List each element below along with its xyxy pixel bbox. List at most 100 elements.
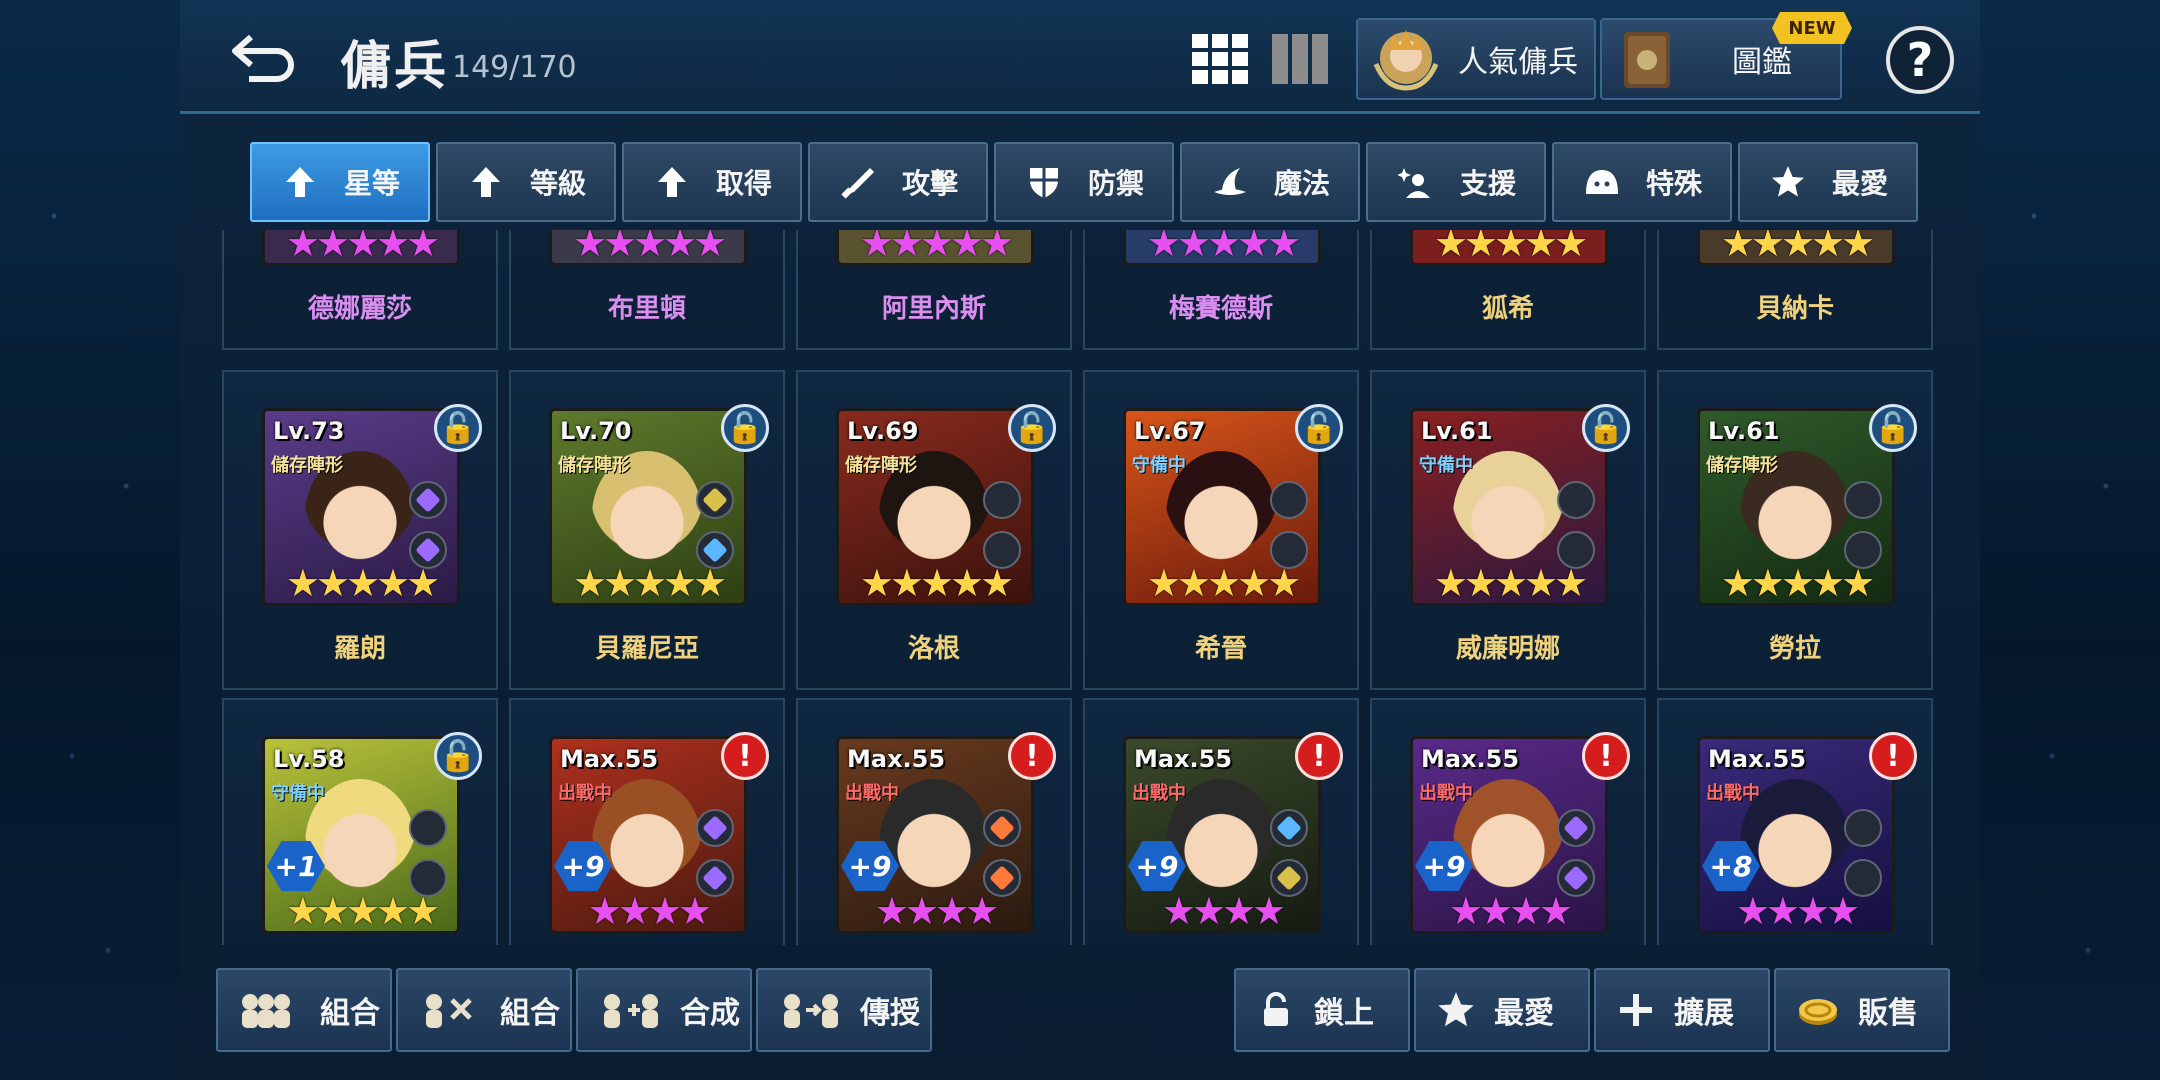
popular-mercenary-button[interactable]: 人氣傭兵 xyxy=(1356,18,1596,100)
hero-portrait: ★★★★★ xyxy=(1410,230,1608,266)
hero-name: 狐希 xyxy=(1481,294,1534,324)
tab-defense[interactable]: 防禦 xyxy=(994,142,1174,222)
hero-name: 阿里內斯 xyxy=(881,294,986,324)
hero-card-beronia[interactable]: Lv.70 儲存陣形 ★★★★★ 🔓 貝羅尼亞 xyxy=(509,370,785,690)
hero-level: Lv.58 xyxy=(273,745,345,773)
favorite-button[interactable]: 最愛 xyxy=(1414,968,1590,1052)
star-rating: ★★★★★ xyxy=(1146,561,1301,605)
lock-button[interactable]: 鎖上 xyxy=(1234,968,1410,1052)
tab-favorite[interactable]: 最愛 xyxy=(1738,142,1918,222)
hero-card-logan[interactable]: Lv.69 儲存陣形 ★★★★★ 🔓 洛根 xyxy=(796,370,1072,690)
lock-icon[interactable]: 🔓 xyxy=(1582,404,1630,452)
lock-icon[interactable]: 🔓 xyxy=(1295,404,1343,452)
alert-icon[interactable]: ! xyxy=(721,732,769,780)
hero-name: 貝羅尼亞 xyxy=(594,634,699,664)
hero-card[interactable]: ★★★★★ 狐希 xyxy=(1370,230,1646,350)
hero-card-laura[interactable]: Lv.61 儲存陣形 ★★★★★ 🔓 勞拉 xyxy=(1657,370,1933,690)
list-view-icon xyxy=(1272,34,1328,84)
hero-status: 守備中 xyxy=(271,783,325,804)
back-button[interactable] xyxy=(224,22,304,92)
hero-card[interactable]: Max.55 出戰中 +9 ★★★★ ! xyxy=(1083,698,1359,945)
tab-label: 星等 xyxy=(344,167,401,200)
tab-support[interactable]: 支援 xyxy=(1366,142,1546,222)
favorite-label: 最愛 xyxy=(1494,996,1554,1031)
codex-button[interactable]: 圖鑑 NEW xyxy=(1600,12,1852,100)
hero-card[interactable]: Max.55 出戰中 +9 ★★★★ ! xyxy=(1370,698,1646,945)
expand-button[interactable]: 擴展 xyxy=(1594,968,1770,1052)
hero-card[interactable]: ★★★★★ 梅賽德斯 xyxy=(1083,230,1359,350)
book-icon xyxy=(1624,32,1670,88)
lock-icon[interactable]: 🔓 xyxy=(434,404,482,452)
star-rating: ★★★★ xyxy=(874,889,999,933)
hero-card[interactable]: Max.55 出戰中 +9 ★★★★ ! xyxy=(509,698,785,945)
star-rating: ★★★★★ xyxy=(1720,561,1875,605)
synthesize-label: 合成 xyxy=(680,996,740,1031)
hero-portrait: Lv.73 儲存陣形 ★★★★★ xyxy=(262,408,460,606)
star-rating: ★★★★★ xyxy=(1433,230,1588,265)
transfer-label: 傳授 xyxy=(860,996,920,1031)
rune-slot xyxy=(409,809,447,847)
alert-icon[interactable]: ! xyxy=(1008,732,1056,780)
rune-slot xyxy=(696,481,734,519)
combine-label: 組合 xyxy=(320,996,380,1031)
lock-icon[interactable]: 🔓 xyxy=(721,404,769,452)
hero-card[interactable]: ★★★★★ 貝納卡 xyxy=(1657,230,1933,350)
tab-label: 攻擊 xyxy=(902,167,959,200)
combine-break-label: 組合 xyxy=(500,996,560,1031)
help-button[interactable]: ? xyxy=(1886,26,1954,94)
combine-break-button[interactable]: 組合 xyxy=(396,968,572,1052)
rune-slot xyxy=(983,809,1021,847)
hero-level: Lv.70 xyxy=(560,417,632,445)
lock-icon[interactable]: 🔓 xyxy=(1869,404,1917,452)
sell-button[interactable]: 販售 xyxy=(1774,968,1950,1052)
tab-magic[interactable]: 魔法 xyxy=(1180,142,1360,222)
hero-card[interactable]: Max.55 出戰中 +8 ★★★★ ! xyxy=(1657,698,1933,945)
hero-status: 出戰中 xyxy=(845,783,899,804)
star-rating: ★★★★★ xyxy=(285,230,440,265)
hero-status: 守備中 xyxy=(1132,455,1186,476)
tab-star-rank[interactable]: 星等 xyxy=(250,142,430,222)
hero-card-wilhelmina[interactable]: Lv.61 守備中 ★★★★★ 🔓 威廉明娜 xyxy=(1370,370,1646,690)
mercenary-panel: 傭兵 149/170 人氣傭兵 圖鑑 NEW ? 星等 等級 取得 攻擊 防禦 … xyxy=(180,0,1980,1080)
alert-icon[interactable]: ! xyxy=(1295,732,1343,780)
hero-card[interactable]: Lv.58 守備中 +1 ★★★★★ 🔓 xyxy=(222,698,498,945)
hero-portrait: Max.55 出戰中 +8 ★★★★ xyxy=(1697,736,1895,934)
sword-icon xyxy=(841,168,874,199)
hero-card[interactable]: ★★★★★ 布里頓 xyxy=(509,230,785,350)
tab-attack[interactable]: 攻擊 xyxy=(808,142,988,222)
lock-icon[interactable]: 🔓 xyxy=(434,732,482,780)
rune-slot xyxy=(1270,481,1308,519)
list-view-button[interactable] xyxy=(1270,32,1330,86)
lock-label: 鎖上 xyxy=(1314,996,1374,1031)
hero-level: Lv.61 xyxy=(1708,417,1780,445)
hero-card-shane[interactable]: Lv.67 守備中 ★★★★★ 🔓 希晉 xyxy=(1083,370,1359,690)
hero-card[interactable]: Max.55 出戰中 +9 ★★★★ ! xyxy=(796,698,1072,945)
combine-button[interactable]: 組合 xyxy=(216,968,392,1052)
star-icon xyxy=(1438,992,1474,1027)
grid-view-button[interactable] xyxy=(1190,32,1250,86)
hero-card-roland[interactable]: Lv.73 儲存陣形 ★★★★★ 🔓 羅朗 xyxy=(222,370,498,690)
hero-name: 羅朗 xyxy=(333,634,386,664)
sort-filter-tabs: 星等 等級 取得 攻擊 防禦 魔法 支援 特殊 最愛 xyxy=(250,142,1918,222)
synthesize-button[interactable]: 合成 xyxy=(576,968,752,1052)
alert-icon[interactable]: ! xyxy=(1582,732,1630,780)
tab-label: 取得 xyxy=(716,167,773,200)
alert-icon[interactable]: ! xyxy=(1869,732,1917,780)
lock-icon[interactable]: 🔓 xyxy=(1008,404,1056,452)
sell-label: 販售 xyxy=(1858,996,1918,1031)
hero-level: Lv.67 xyxy=(1134,417,1206,445)
new-badge: NEW xyxy=(1772,12,1852,44)
hero-portrait: ★★★★★ xyxy=(262,230,460,266)
page-title: 傭兵 xyxy=(340,37,449,97)
arrow-up-icon xyxy=(286,167,314,197)
hero-card[interactable]: ★★★★★ 德娜麗莎 xyxy=(222,230,498,350)
tab-special[interactable]: 特殊 xyxy=(1552,142,1732,222)
tab-label: 特殊 xyxy=(1646,167,1703,200)
hero-card[interactable]: ★★★★★ 阿里內斯 xyxy=(796,230,1072,350)
tab-level[interactable]: 等級 xyxy=(436,142,616,222)
transfer-button[interactable]: 傳授 xyxy=(756,968,932,1052)
tab-acquired[interactable]: 取得 xyxy=(622,142,802,222)
hero-level: Max.55 xyxy=(1421,745,1520,773)
hero-name: 希晉 xyxy=(1194,634,1247,664)
hero-portrait: ★★★★★ xyxy=(1697,230,1895,266)
